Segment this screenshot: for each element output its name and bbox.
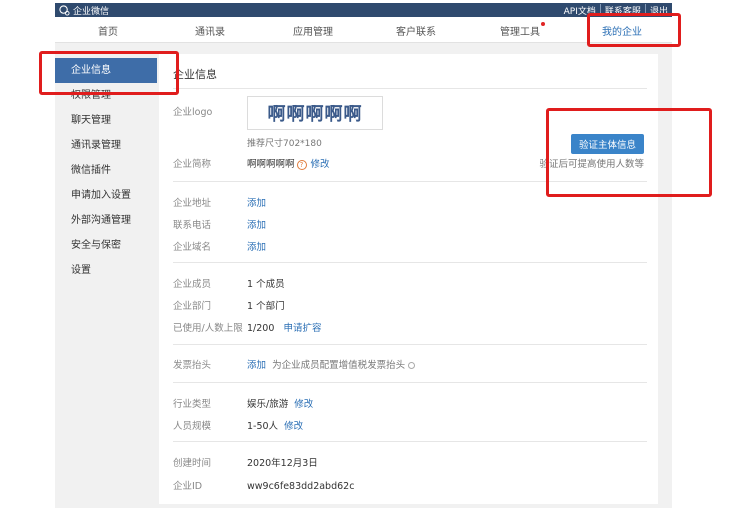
notification-dot	[541, 22, 545, 26]
short-name-label: 企业简称	[173, 159, 212, 170]
separator: |	[643, 4, 647, 14]
nav-contacts[interactable]: 通讯录	[195, 23, 225, 38]
verify-entity-button[interactable]: 验证主体信息	[570, 134, 644, 154]
invoice-label: 发票抬头	[173, 360, 212, 371]
add-domain-link[interactable]: 添加	[247, 242, 266, 253]
edit-short-name-link[interactable]: 修改	[311, 159, 330, 170]
sidebar-item-external-comm[interactable]: 外部沟通管理	[55, 208, 159, 233]
brand-name: 企业微信	[73, 7, 110, 17]
top-links: API文档 | 联系客服 | 退出	[564, 4, 668, 17]
address-label: 企业地址	[173, 198, 212, 209]
members-label: 企业成员	[173, 279, 212, 290]
members-value: 1 个成员	[247, 279, 285, 290]
nav-my-enterprise[interactable]: 我的企业	[598, 23, 646, 45]
created-value: 2020年12月3日	[247, 458, 318, 469]
logo-label: 企业logo	[173, 107, 213, 118]
info-icon[interactable]	[408, 362, 416, 369]
logo-preview[interactable]: 啊啊啊啊啊	[247, 96, 383, 130]
nav-management-tools-label: 管理工具	[500, 27, 540, 38]
top-bar: 企业微信 API文档 | 联系客服 | 退出	[55, 3, 672, 17]
sidebar-item-settings[interactable]: 设置	[55, 258, 159, 283]
industry-label: 行业类型	[173, 399, 212, 410]
divider	[173, 344, 647, 345]
limit-value: 1/200	[247, 323, 275, 334]
sidebar-item-enterprise-info[interactable]: 企业信息	[55, 58, 157, 83]
sidebar-item-contacts[interactable]: 通讯录管理	[55, 133, 159, 158]
nav-apps[interactable]: 应用管理	[293, 23, 333, 38]
help-icon[interactable]: ?	[296, 159, 307, 170]
divider	[173, 88, 647, 89]
enterprise-id-label: 企业ID	[173, 481, 203, 492]
scale-value: 1-50人	[247, 421, 279, 432]
sidebar-item-permissions[interactable]: 权限管理	[55, 83, 159, 108]
verify-hint: 验证后可提高使用人数等	[539, 159, 644, 170]
short-name-value: 啊啊啊啊啊	[247, 159, 295, 170]
nav-home[interactable]: 首页	[98, 23, 118, 38]
invoice-description: 为企业成员配置增值税发票抬头	[272, 360, 406, 371]
add-address-link[interactable]: 添加	[247, 198, 266, 209]
logo-text: 啊啊啊啊啊	[267, 104, 363, 125]
sidebar-item-chat[interactable]: 聊天管理	[55, 108, 159, 133]
page-title: 企业信息	[173, 68, 217, 81]
contact-support-link[interactable]: 联系客服	[605, 4, 641, 17]
add-phone-link[interactable]: 添加	[247, 220, 266, 231]
divider	[173, 262, 647, 263]
limit-label: 已使用/人数上限	[173, 323, 243, 334]
sidebar-item-wechat-plugin[interactable]: 微信插件	[55, 158, 159, 183]
industry-value: 娱乐/旅游	[247, 399, 289, 410]
divider	[173, 181, 647, 182]
logout-link[interactable]: 退出	[650, 4, 668, 17]
add-invoice-link[interactable]: 添加	[247, 360, 266, 371]
departments-value: 1 个部门	[247, 301, 285, 312]
sidebar-item-join-settings[interactable]: 申请加入设置	[55, 183, 159, 208]
enterprise-info-panel: 企业信息 企业logo 啊啊啊啊啊 推荐尺寸702*180 验证主体信息 验证后…	[159, 54, 658, 504]
logo-size-hint: 推荐尺寸702*180	[247, 139, 322, 149]
departments-label: 企业部门	[173, 301, 212, 312]
phone-label: 联系电话	[173, 220, 212, 231]
nav-customer-contact[interactable]: 客户联系	[396, 23, 436, 38]
edit-scale-link[interactable]: 修改	[284, 421, 303, 432]
brand[interactable]: 企业微信	[59, 4, 109, 17]
wecom-logo-icon	[59, 5, 70, 16]
content-area: 企业信息 权限管理 聊天管理 通讯录管理 微信插件 申请加入设置 外部沟通管理 …	[55, 43, 672, 508]
divider	[173, 382, 647, 383]
request-expansion-link[interactable]: 申请扩容	[283, 323, 321, 334]
sidebar-item-security[interactable]: 安全与保密	[55, 233, 159, 258]
separator: |	[598, 4, 602, 14]
scale-label: 人员规模	[173, 421, 212, 432]
domain-label: 企业域名	[173, 242, 212, 253]
sidebar: 企业信息 权限管理 聊天管理 通讯录管理 微信插件 申请加入设置 外部沟通管理 …	[55, 58, 159, 283]
edit-industry-link[interactable]: 修改	[294, 399, 313, 410]
enterprise-id-value: ww9c6fe83dd2abd62c	[247, 481, 355, 492]
api-docs-link[interactable]: API文档	[564, 4, 596, 17]
divider	[173, 441, 647, 442]
created-label: 创建时间	[173, 458, 212, 469]
main-nav: 首页 通讯录 应用管理 客户联系 管理工具 我的企业	[55, 17, 672, 45]
nav-management-tools[interactable]: 管理工具	[500, 22, 545, 38]
